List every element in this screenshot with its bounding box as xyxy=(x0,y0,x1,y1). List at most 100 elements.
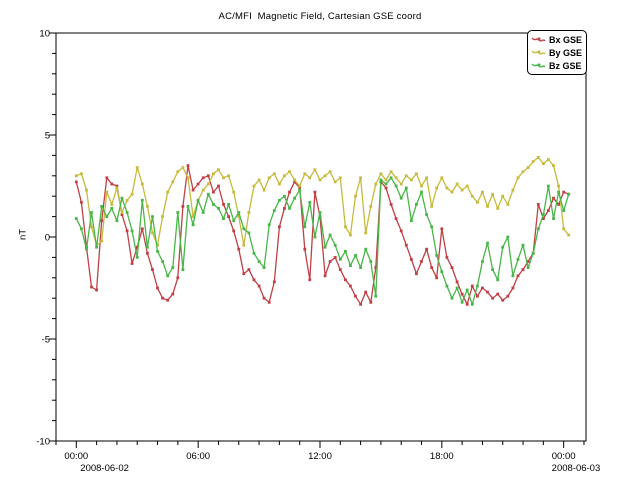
series-marker xyxy=(303,248,306,251)
series-marker xyxy=(95,289,98,292)
series-marker xyxy=(369,301,372,304)
series-marker xyxy=(263,266,266,269)
x-tick-label: 12:00 xyxy=(308,451,332,462)
series-marker xyxy=(390,176,393,179)
series-marker xyxy=(227,203,230,206)
series-marker xyxy=(217,207,220,210)
series-marker xyxy=(151,215,154,218)
series-marker xyxy=(176,276,179,279)
series-marker xyxy=(476,201,479,204)
series-marker xyxy=(522,268,525,271)
series-marker xyxy=(329,234,332,237)
series-marker xyxy=(501,195,504,198)
series-marker xyxy=(187,176,190,179)
series-marker xyxy=(278,183,281,186)
series-marker xyxy=(390,170,393,173)
series-marker xyxy=(512,274,515,277)
series-marker xyxy=(334,181,337,184)
y-tick-label: -10 xyxy=(36,437,50,448)
series-marker xyxy=(466,303,469,306)
series-marker xyxy=(303,225,306,228)
series-marker xyxy=(562,191,565,194)
series-marker xyxy=(420,191,423,194)
series-marker xyxy=(242,272,245,275)
series-marker xyxy=(192,189,195,192)
series-marker xyxy=(369,205,372,208)
series-marker xyxy=(557,203,560,206)
series-marker xyxy=(532,252,535,255)
series-marker xyxy=(339,258,342,261)
series-marker xyxy=(319,211,322,214)
series-marker xyxy=(232,219,235,222)
series-marker xyxy=(141,199,144,202)
series-marker xyxy=(461,301,464,304)
series-marker xyxy=(430,266,433,269)
legend-item-bx[interactable]: Bx GSE xyxy=(531,33,582,46)
series-marker xyxy=(273,172,276,175)
series-marker xyxy=(273,209,276,212)
series-marker xyxy=(268,301,271,304)
series-line-bx-gse xyxy=(76,166,568,305)
series-marker xyxy=(105,215,108,218)
series-marker xyxy=(268,223,271,226)
series-marker xyxy=(334,256,337,259)
series-marker xyxy=(440,270,443,273)
x-tick-label: 00:00 xyxy=(64,451,88,462)
x-date-label: 2008-06-02 xyxy=(80,463,129,474)
series-marker xyxy=(395,176,398,179)
series-marker xyxy=(314,236,317,239)
series-marker xyxy=(369,260,372,263)
series-marker xyxy=(207,183,210,186)
series-marker xyxy=(461,189,464,192)
series-marker xyxy=(116,187,119,190)
series-marker xyxy=(166,191,169,194)
legend[interactable]: Bx GSE By GSE Bz GSE xyxy=(527,30,587,75)
series-marker xyxy=(202,189,205,192)
series-marker xyxy=(522,170,525,173)
y-tick-label: 10 xyxy=(39,29,50,40)
series-marker xyxy=(110,203,113,206)
series-marker xyxy=(212,172,215,175)
series-marker xyxy=(156,287,159,290)
series-marker xyxy=(501,299,504,302)
series-marker xyxy=(567,234,570,237)
series-marker xyxy=(486,291,489,294)
series-marker xyxy=(496,207,499,210)
series-marker xyxy=(197,183,200,186)
series-marker xyxy=(517,176,520,179)
series-marker xyxy=(420,260,423,263)
legend-item-by[interactable]: By GSE xyxy=(531,46,582,59)
series-marker xyxy=(278,225,281,228)
series-marker xyxy=(80,201,83,204)
x-tick-label: 06:00 xyxy=(186,451,210,462)
series-marker xyxy=(415,272,418,275)
series-marker xyxy=(374,295,377,298)
series-marker xyxy=(395,217,398,220)
series-marker xyxy=(491,193,494,196)
series-marker xyxy=(217,185,220,188)
series-marker xyxy=(75,181,78,184)
legend-item-bz[interactable]: Bz GSE xyxy=(531,59,582,72)
series-marker xyxy=(400,183,403,186)
series-marker xyxy=(354,254,357,257)
series-marker xyxy=(75,174,78,177)
series-marker xyxy=(308,278,311,281)
series-marker xyxy=(374,183,377,186)
series-marker xyxy=(187,164,190,167)
series-marker xyxy=(385,187,388,190)
legend-label-bx: Bx GSE xyxy=(549,35,582,45)
y-tick-label: -5 xyxy=(42,335,50,346)
series-marker xyxy=(248,268,251,271)
series-marker xyxy=(446,187,449,190)
series-marker xyxy=(481,287,484,290)
series-marker xyxy=(197,199,200,202)
series-marker xyxy=(471,195,474,198)
series-marker xyxy=(171,293,174,296)
series-marker xyxy=(202,176,205,179)
series-marker xyxy=(263,297,266,300)
series-marker xyxy=(273,281,276,284)
series-marker xyxy=(359,266,362,269)
series-marker xyxy=(131,230,134,233)
series-marker xyxy=(471,285,474,288)
series-marker xyxy=(192,223,195,226)
